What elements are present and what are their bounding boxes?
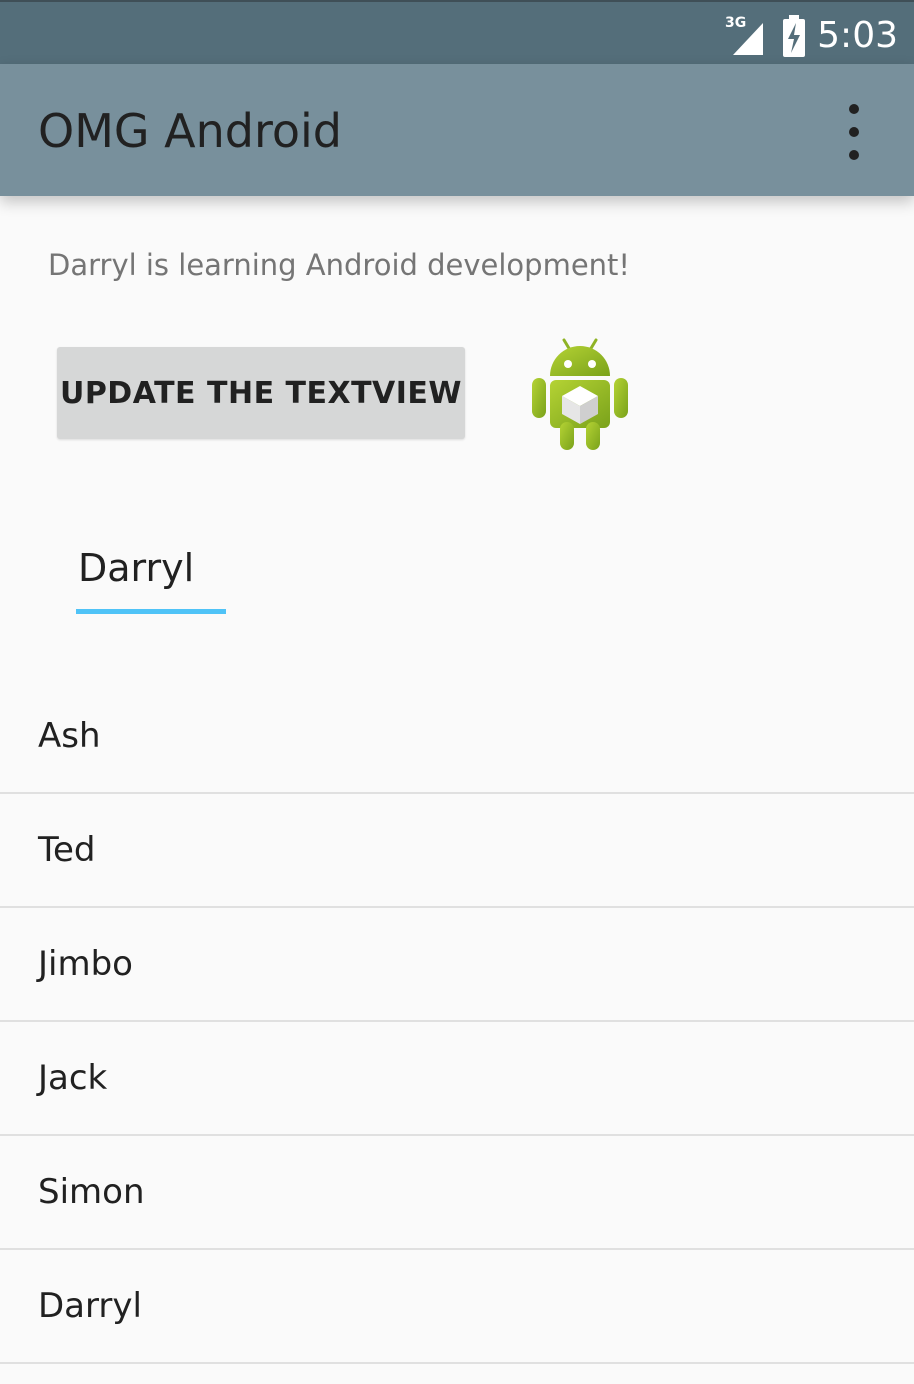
app-bar: OMG Android	[0, 64, 914, 196]
status-time: 5:03	[817, 14, 898, 56]
list-item[interactable]: Darryl	[0, 1250, 914, 1364]
list-item[interactable]: Simon	[0, 1136, 914, 1250]
battery-charging-icon	[783, 15, 806, 57]
list-item[interactable]: Jimbo	[0, 908, 914, 1022]
list-item[interactable]: Jack	[0, 1022, 914, 1136]
list-item[interactable]: Ash	[0, 680, 914, 794]
network-type-label: 3G	[725, 15, 746, 31]
input-underline	[76, 609, 226, 614]
update-textview-button[interactable]: UPDATE THE TEXTVIEW	[57, 347, 465, 439]
status-bar: 3G 5:03	[0, 0, 914, 64]
main-textview: Darryl is learning Android development!	[48, 248, 631, 282]
overflow-menu-icon[interactable]	[844, 104, 864, 160]
status-icons: 3G 5:03	[725, 10, 898, 60]
app-title: OMG Android	[38, 104, 343, 158]
android-robot-icon	[532, 338, 628, 450]
network-signal-icon: 3G	[725, 15, 764, 55]
name-input[interactable]	[76, 532, 226, 604]
name-list: Ash Ted Jimbo Jack Simon Darryl	[0, 680, 914, 1364]
list-item[interactable]: Ted	[0, 794, 914, 908]
